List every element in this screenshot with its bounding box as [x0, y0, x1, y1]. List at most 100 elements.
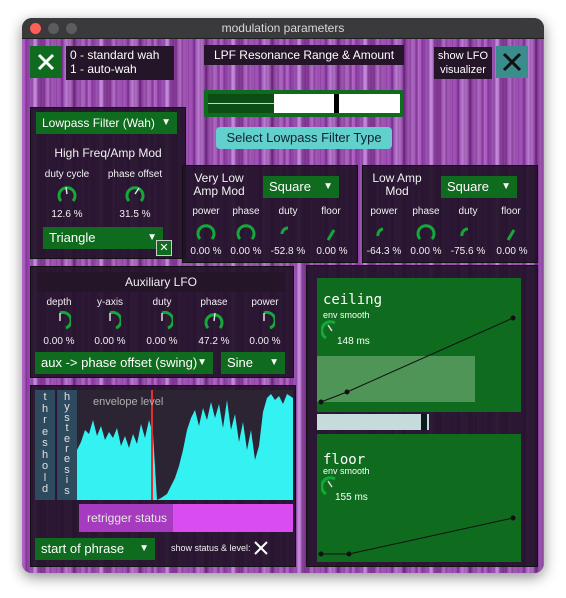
- vertical-label-char: r: [43, 414, 47, 426]
- aux-depth-knob[interactable]: [49, 310, 71, 332]
- app-window: modulation parameters 0 - standard wah 1…: [22, 18, 544, 573]
- knob-label: floor: [501, 206, 521, 217]
- knob-value: 0.00 %: [94, 336, 126, 347]
- mode-description: 0 - standard wah 1 - auto-wah: [66, 46, 174, 80]
- select-lowpass-filter-button[interactable]: Select Lowpass Filter Type: [216, 127, 392, 149]
- duty-cycle-knob[interactable]: [56, 183, 78, 205]
- ceiling-curve: [318, 315, 516, 405]
- knob-label: power: [192, 206, 220, 217]
- title-bar: modulation parameters: [22, 18, 544, 39]
- lfo-label-line-1: show LFO: [437, 50, 489, 62]
- close-window-button[interactable]: [30, 23, 41, 34]
- show-status-toggle[interactable]: [251, 538, 271, 558]
- dropdown-arrow-icon: ▼: [197, 357, 207, 368]
- close-icon[interactable]: ✕: [156, 240, 172, 256]
- aux-y-axis-knob[interactable]: [99, 310, 121, 332]
- ceiling-curve-editor[interactable]: ceiling env smooth 148 ms: [317, 278, 521, 412]
- auxiliary-lfo-panel: Auxiliary LFO depth y-axis duty phase po…: [30, 266, 294, 378]
- knob-label: phase: [200, 297, 228, 308]
- threshold-label: threshold: [35, 390, 55, 496]
- vlow-duty-knob[interactable]: [277, 221, 299, 243]
- trigger-mode-value: start of phrase: [41, 541, 125, 556]
- knob-value: 0.00 %: [249, 336, 281, 347]
- vlow-title-line-2: Amp Mod: [193, 184, 245, 198]
- vertical-label-char: o: [41, 460, 49, 472]
- lpf-title: LPF Resonance Range & Amount: [204, 45, 404, 65]
- vlow-phase-knob[interactable]: [235, 221, 257, 243]
- knob-label: phase: [232, 206, 260, 217]
- low-floor-knob[interactable]: [501, 221, 523, 243]
- crossfade-handle[interactable]: [421, 414, 427, 430]
- dropdown-arrow-icon: ▼: [139, 543, 149, 554]
- lfo-wave-select[interactable]: Triangle ▼: [43, 227, 163, 249]
- zoom-window-button[interactable]: [66, 23, 77, 34]
- low-duty-knob[interactable]: [457, 221, 479, 243]
- lfo-label-line-2: visualizer: [440, 64, 486, 76]
- knob-label: depth: [46, 297, 72, 308]
- dropdown-arrow-icon: ▼: [269, 357, 279, 368]
- knob-label: y-axis: [96, 297, 124, 308]
- lfo-visualizer-toggle[interactable]: [496, 46, 528, 78]
- wah-mode-toggle[interactable]: [30, 46, 62, 78]
- aux-phase-knob[interactable]: [203, 310, 225, 332]
- aux-wave-select[interactable]: Sine ▼: [221, 352, 285, 374]
- vlow-title: Very Low Amp Mod: [189, 172, 249, 198]
- envelope-curves-panel: ceiling env smooth 148 ms floor env smoo…: [306, 265, 538, 567]
- filter-panel: Lowpass Filter (Wah) ▼ High Freq/Amp Mod …: [30, 107, 186, 259]
- filter-type-select[interactable]: Lowpass Filter (Wah) ▼: [36, 112, 177, 134]
- vlow-floor-knob[interactable]: [321, 221, 343, 243]
- knob-label: phase offset: [107, 169, 163, 180]
- dropdown-arrow-icon: ▼: [323, 181, 333, 192]
- knob-label: duty: [458, 206, 478, 217]
- aux-route-select[interactable]: aux -> phase offset (swing) ▼: [35, 352, 213, 374]
- close-icon: [502, 52, 522, 72]
- aux-route-value: aux -> phase offset (swing): [41, 355, 198, 370]
- vlow-wave-value: Square: [269, 179, 311, 194]
- knob-value: 0.00 %: [43, 336, 75, 347]
- aux-power-knob[interactable]: [253, 310, 275, 332]
- knob-label: power: [251, 297, 279, 308]
- trigger-mode-select[interactable]: start of phrase ▼: [35, 538, 155, 560]
- lpf-range-slider[interactable]: [204, 90, 404, 122]
- low-power-knob[interactable]: [373, 221, 395, 243]
- low-phase-knob[interactable]: [415, 221, 437, 243]
- knob-label: duty: [152, 297, 172, 308]
- lpf-range-upper: [339, 94, 400, 113]
- lfo-wave-value: Triangle: [49, 230, 96, 245]
- phase-offset-knob[interactable]: [124, 183, 146, 205]
- floor-curve: [318, 515, 516, 557]
- floor-curve-editor[interactable]: floor env smooth 155 ms: [317, 434, 521, 562]
- dropdown-arrow-icon: ▼: [501, 181, 511, 192]
- minimize-window-button[interactable]: [48, 23, 59, 34]
- close-icon: [37, 53, 55, 71]
- low-wave-value: Square: [447, 179, 489, 194]
- content-area: 0 - standard wah 1 - auto-wah LPF Resona…: [22, 39, 544, 573]
- knob-value: -52.8 %: [270, 246, 306, 257]
- vlow-wave-select[interactable]: Square ▼: [263, 176, 339, 198]
- crossfade-slider[interactable]: [317, 414, 429, 430]
- low-wave-select[interactable]: Square ▼: [441, 176, 517, 198]
- very-low-amp-mod-panel: Very Low Amp Mod Square ▼ power phase dut…: [182, 165, 358, 263]
- low-amp-mod-panel: Low Amp Mod Square ▼ power phase duty flo…: [362, 165, 538, 263]
- close-icon: [254, 541, 268, 555]
- threshold-slider[interactable]: threshold: [35, 390, 55, 500]
- knob-label: power: [370, 206, 398, 217]
- aux-duty-knob[interactable]: [151, 310, 173, 332]
- low-title-line-2: Mod: [385, 184, 409, 198]
- envelope-level-label: envelope level: [93, 396, 164, 408]
- aux-title: Auxiliary LFO: [124, 275, 198, 289]
- knob-value: 47.2 %: [198, 336, 230, 347]
- retrigger-status-label: retrigger status: [87, 511, 168, 525]
- lfo-visualizer-label: show LFO visualizer: [434, 47, 492, 79]
- vlow-power-knob[interactable]: [195, 221, 217, 243]
- knob-value: 0.00 %: [190, 246, 222, 257]
- envelope-display: envelope level: [77, 390, 293, 500]
- knob-value: 31.5 %: [119, 209, 151, 220]
- knob-value: 0.00 %: [496, 246, 528, 257]
- aux-wave-value: Sine: [227, 355, 254, 370]
- mode-line-2: 1 - auto-wah: [70, 62, 137, 76]
- knob-value: 0.00 %: [146, 336, 178, 347]
- hysteresis-slider[interactable]: hysteresis: [57, 390, 77, 500]
- mode-line-1: 0 - standard wah: [70, 48, 160, 62]
- window-title: modulation parameters: [221, 21, 345, 35]
